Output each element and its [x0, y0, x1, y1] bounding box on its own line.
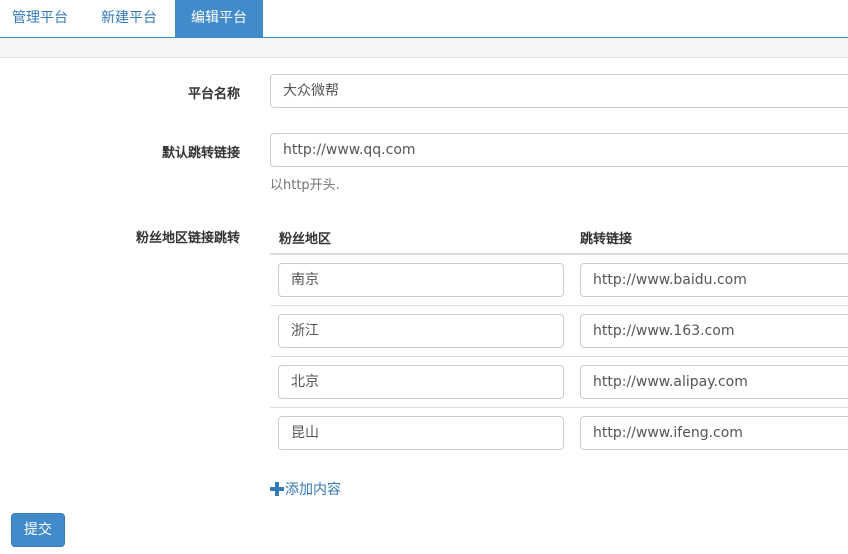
tab-edit-platform[interactable]: 编辑平台: [175, 0, 263, 37]
default-link-help-text: 以http开头.: [270, 178, 340, 193]
table-header-divider: [270, 253, 848, 255]
table-row-divider: [270, 407, 848, 408]
link-input-row-1[interactable]: http://www.baidu.com: [580, 263, 848, 297]
link-input-row-4[interactable]: http://www.ifeng.com: [580, 416, 848, 450]
table-row-divider: [270, 305, 848, 306]
platform-name-label: 平台名称: [187, 87, 240, 102]
plus-icon: [270, 482, 284, 496]
tab-manage-platform[interactable]: 管理平台: [0, 0, 84, 37]
default-link-input[interactable]: http://www.qq.com: [270, 133, 848, 167]
add-content-link[interactable]: 添加内容: [270, 479, 341, 499]
table-header-link: 跳转链接: [580, 232, 633, 247]
add-content-label: 添加内容: [285, 482, 341, 498]
region-input-row-4[interactable]: 昆山: [278, 416, 564, 450]
table-row-divider: [270, 356, 848, 357]
table-header-region: 粉丝地区: [279, 232, 332, 247]
header-divider-bar: [0, 38, 848, 58]
default-link-label: 默认跳转链接: [161, 146, 240, 161]
submit-button[interactable]: 提交: [11, 513, 65, 547]
link-input-row-3[interactable]: http://www.alipay.com: [580, 365, 848, 399]
region-input-row-2[interactable]: 浙江: [278, 314, 564, 348]
link-input-row-2[interactable]: http://www.163.com: [580, 314, 848, 348]
region-input-row-3[interactable]: 北京: [278, 365, 564, 399]
region-links-label: 粉丝地区链接跳转: [135, 231, 240, 246]
tab-bar: 管理平台 新建平台 编辑平台: [0, 0, 848, 38]
tab-new-platform[interactable]: 新建平台: [85, 0, 173, 37]
region-input-row-1[interactable]: 南京: [278, 263, 564, 297]
platform-name-input[interactable]: 大众微帮: [270, 74, 848, 108]
